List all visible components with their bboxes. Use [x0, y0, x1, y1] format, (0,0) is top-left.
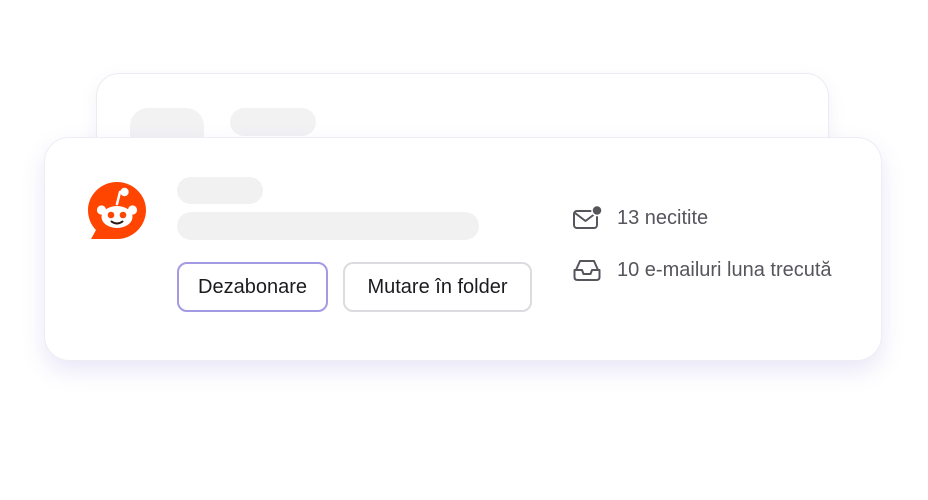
sender-card: Dezabonare Mutare în folder 13 necitite …	[45, 138, 881, 360]
move-to-folder-button[interactable]: Mutare în folder	[343, 262, 532, 312]
inbox-tray-icon	[572, 256, 602, 284]
stage: Dezabonare Mutare în folder 13 necitite …	[0, 0, 928, 500]
last-month-count-label: 10 e-mailuri luna trecută	[617, 258, 832, 281]
unsubscribe-button[interactable]: Dezabonare	[177, 262, 328, 312]
reddit-logo-icon	[86, 180, 148, 242]
mail-unread-icon	[572, 204, 602, 232]
last-month-count: 10 e-mailuri luna trecută	[572, 256, 832, 284]
sender-name-placeholder	[177, 177, 263, 204]
sender-address-placeholder	[177, 212, 479, 240]
text-placeholder	[230, 108, 316, 136]
unread-count: 13 necitite	[572, 204, 708, 232]
unread-count-label: 13 necitite	[617, 206, 709, 229]
